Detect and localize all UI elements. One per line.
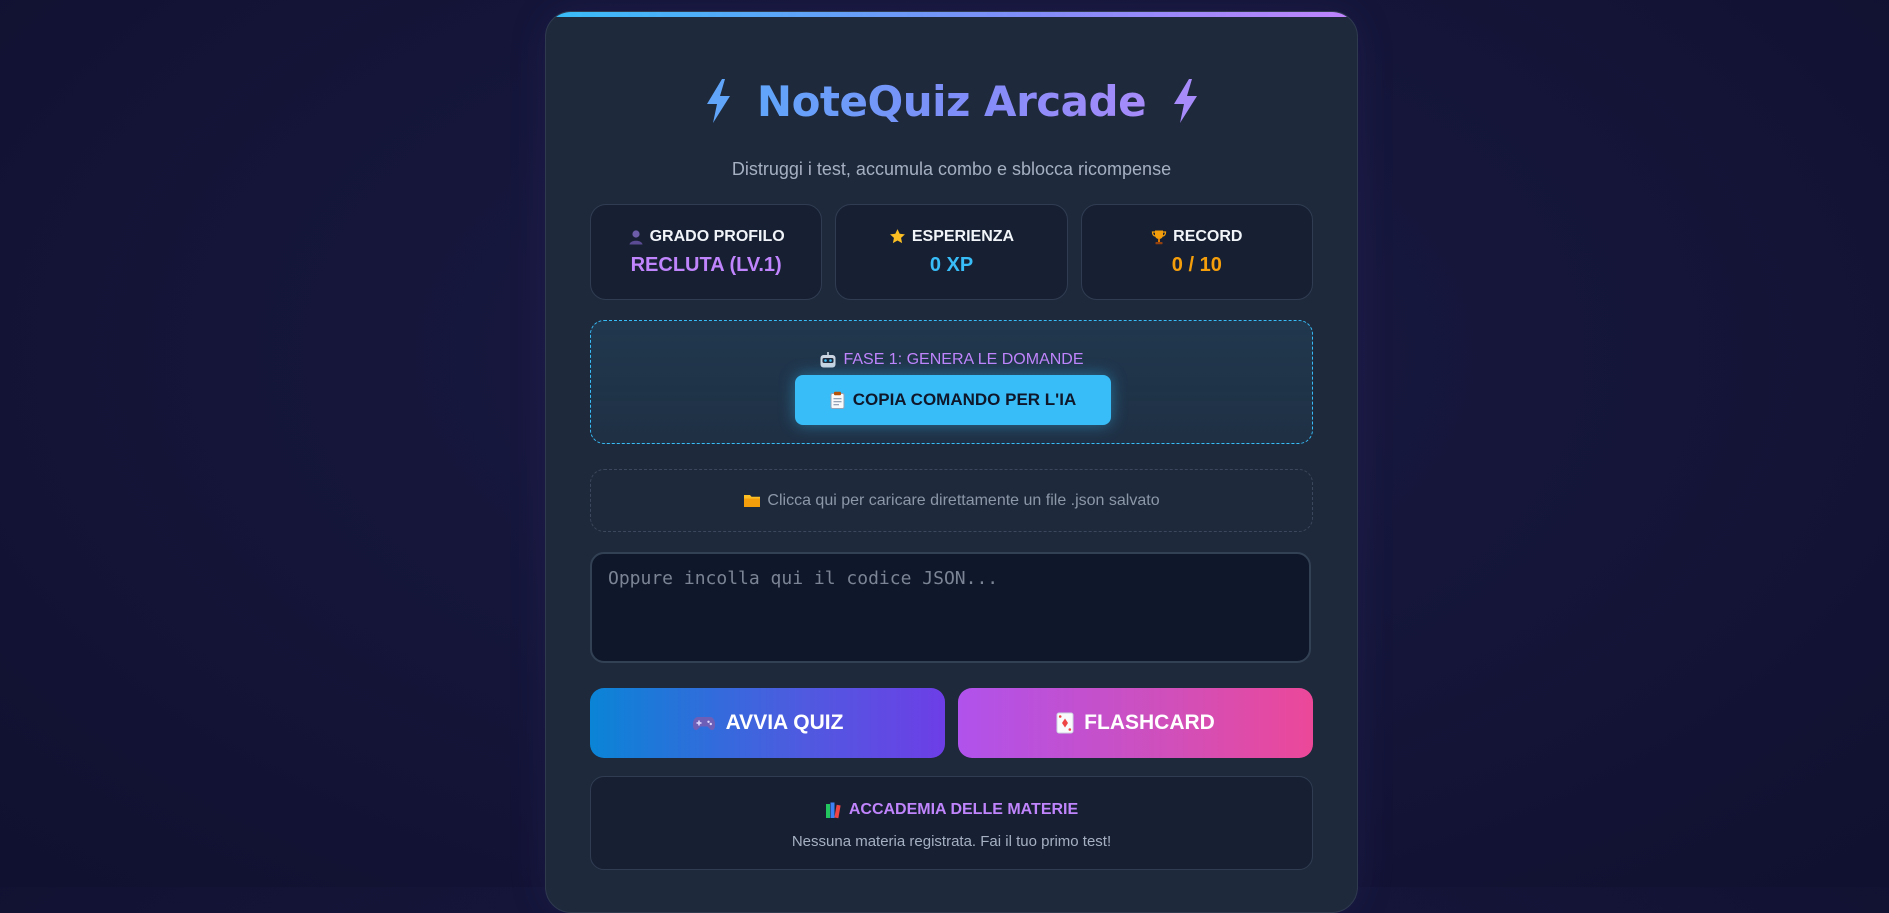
lightning-icon xyxy=(1170,78,1200,124)
gamepad-icon xyxy=(692,715,716,732)
upload-label: Clicca qui per caricare direttamente un … xyxy=(767,491,1160,509)
academy-title: ACCADEMIA DELLE MATERIE xyxy=(848,801,1079,818)
main-card: NoteQuiz Arcade Distruggi i test, accumu… xyxy=(545,11,1358,913)
robot-icon xyxy=(819,351,837,369)
stat-card-experience: ESPERIENZA 0 XP xyxy=(835,204,1068,300)
stats-row: GRADO PROFILO RECLUTA (LV.1) ESPERIENZA … xyxy=(590,204,1313,300)
star-icon xyxy=(889,228,906,245)
app-subtitle: Distruggi i test, accumula combo e sbloc… xyxy=(731,159,1172,179)
flashcard-button[interactable]: FLASHCARD xyxy=(958,688,1313,758)
academy-empty-text: Nessuna materia registrata. Fai il tuo p… xyxy=(791,833,1112,850)
copy-ai-command-button[interactable]: COPIA COMANDO PER L'IA xyxy=(795,375,1111,425)
trophy-icon xyxy=(1151,229,1167,245)
stat-label: RECORD xyxy=(1173,227,1243,245)
folder-icon xyxy=(743,493,761,508)
json-file-upload-dropzone[interactable]: Clicca qui per caricare direttamente un … xyxy=(590,469,1313,532)
copy-ai-command-label: COPIA COMANDO PER L'IA xyxy=(852,390,1077,409)
stat-value: 0 XP xyxy=(929,253,974,276)
stat-value: RECLUTA (LV.1) xyxy=(630,253,782,276)
user-icon xyxy=(628,229,644,245)
stat-label: GRADO PROFILO xyxy=(649,227,785,245)
card-icon xyxy=(1056,712,1074,734)
start-quiz-label: AVVIA QUIZ xyxy=(725,711,844,734)
stat-card-record: RECORD 0 / 10 xyxy=(1080,204,1313,300)
lightning-icon xyxy=(703,78,733,124)
subjects-academy-panel: ACCADEMIA DELLE MATERIE Nessuna materia … xyxy=(590,776,1313,870)
stat-label: ESPERIENZA xyxy=(911,227,1015,245)
clipboard-icon xyxy=(830,391,845,409)
app-title: NoteQuiz Arcade xyxy=(756,76,1147,126)
action-buttons-row: AVVIA QUIZ FLASHCARD xyxy=(590,688,1313,758)
flashcard-label: FLASHCARD xyxy=(1084,711,1215,734)
app-header: NoteQuiz Arcade xyxy=(546,74,1357,128)
start-quiz-button[interactable]: AVVIA QUIZ xyxy=(590,688,945,758)
stat-value: 0 / 10 xyxy=(1171,253,1222,276)
phase-1-label: FASE 1: GENERA LE DOMANDE xyxy=(843,351,1084,368)
card-accent-bar xyxy=(546,12,1357,17)
stat-card-rank: GRADO PROFILO RECLUTA (LV.1) xyxy=(590,204,823,300)
phase-1-panel: FASE 1: GENERA LE DOMANDE COPIA COMANDO … xyxy=(590,320,1313,444)
json-code-input[interactable] xyxy=(590,552,1311,663)
books-icon xyxy=(825,802,843,819)
